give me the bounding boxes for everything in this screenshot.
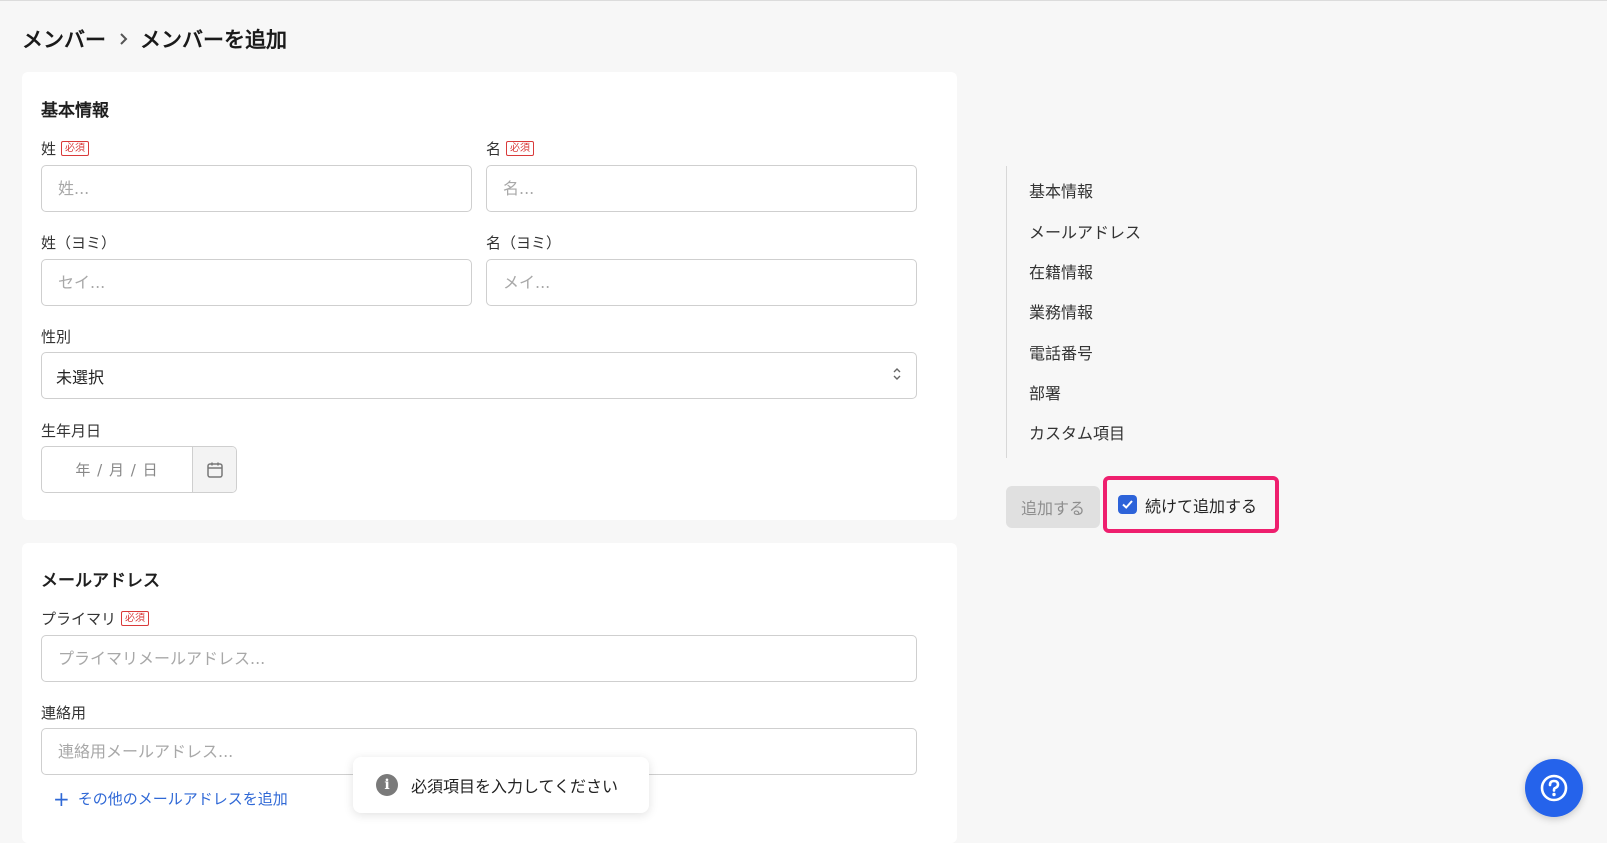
last-name-field[interactable] — [41, 165, 472, 212]
last-name-kana-field[interactable] — [41, 259, 472, 306]
primary-email-label: プライマリ 必須 — [41, 608, 150, 629]
first-name-field[interactable] — [486, 165, 917, 212]
continue-label: 続けて追加する — [1145, 496, 1258, 516]
info-icon: i — [376, 774, 398, 796]
toc-item-department[interactable]: 部署 — [1029, 380, 1061, 404]
first-name-input[interactable] — [501, 178, 902, 199]
toc-item-work[interactable]: 業務情報 — [1029, 299, 1093, 323]
help-button[interactable] — [1525, 759, 1583, 817]
submit-button[interactable]: 追加する — [1006, 486, 1100, 528]
question-icon — [1540, 774, 1568, 802]
last-name-kana-label: 姓（ヨミ） — [41, 234, 117, 252]
add-email-label: その他のメールアドレスを追加 — [77, 790, 288, 808]
breadcrumb-parent-link[interactable]: メンバー — [22, 24, 106, 54]
contact-email-label: 連絡用 — [41, 704, 87, 722]
required-badge: 必須 — [121, 611, 150, 626]
toc-item-custom[interactable]: カスタム項目 — [1029, 420, 1125, 444]
first-name-kana-input[interactable] — [501, 272, 902, 293]
toast-message: 必須項目を入力してください — [411, 777, 619, 796]
basic-info-card: 基本情報 姓 必須 名 必須 姓（ヨミ） 名（ヨミ） 性別 未選択 生年月日 年… — [22, 72, 957, 520]
continue-checkbox[interactable] — [1118, 495, 1137, 514]
last-name-input[interactable] — [56, 178, 457, 199]
add-email-link[interactable]: + その他のメールアドレスを追加 — [53, 788, 288, 809]
section-nav: 基本情報 メールアドレス 在籍情報 業務情報 電話番号 部署 カスタム項目 — [1006, 166, 1141, 458]
toc-item-email[interactable]: メールアドレス — [1029, 219, 1141, 243]
primary-email-field[interactable] — [41, 635, 917, 682]
last-name-kana-input[interactable] — [56, 272, 457, 293]
birthday-label: 生年月日 — [41, 422, 102, 440]
breadcrumb: メンバー メンバーを追加 — [22, 24, 287, 54]
gender-select[interactable]: 未選択 — [41, 352, 917, 399]
required-badge: 必須 — [506, 141, 535, 156]
first-name-label: 名 必須 — [486, 138, 535, 159]
plus-icon: + — [53, 786, 70, 811]
basic-info-title: 基本情報 — [41, 101, 109, 121]
continue-adding-toggle[interactable]: 続けて追加する — [1103, 476, 1279, 533]
first-name-kana-label: 名（ヨミ） — [486, 234, 562, 252]
calendar-icon[interactable] — [192, 447, 236, 492]
email-title: メールアドレス — [41, 571, 160, 591]
toc-item-basic-info[interactable]: 基本情報 — [1029, 178, 1093, 202]
last-name-label-text: 姓 — [41, 140, 57, 158]
chevron-right-icon — [118, 32, 128, 46]
gender-selected-value: 未選択 — [56, 367, 105, 387]
last-name-label: 姓 必須 — [41, 138, 90, 159]
validation-toast: i 必須項目を入力してください — [353, 757, 649, 813]
first-name-kana-field[interactable] — [486, 259, 917, 306]
checkmark-icon — [1122, 500, 1133, 509]
toc-item-enrollment[interactable]: 在籍情報 — [1029, 259, 1093, 283]
primary-email-label-text: プライマリ — [41, 610, 117, 628]
required-badge: 必須 — [61, 141, 90, 156]
top-divider — [0, 0, 1607, 1]
first-name-label-text: 名 — [486, 140, 502, 158]
birthday-field[interactable]: 年 / 月 / 日 — [41, 446, 237, 493]
select-arrows-icon — [892, 366, 902, 386]
page-title: メンバーを追加 — [140, 28, 287, 52]
gender-label: 性別 — [41, 328, 72, 346]
birthday-placeholder[interactable]: 年 / 月 / 日 — [42, 447, 192, 492]
toc-item-phone[interactable]: 電話番号 — [1029, 340, 1093, 364]
primary-email-input[interactable] — [56, 648, 902, 669]
